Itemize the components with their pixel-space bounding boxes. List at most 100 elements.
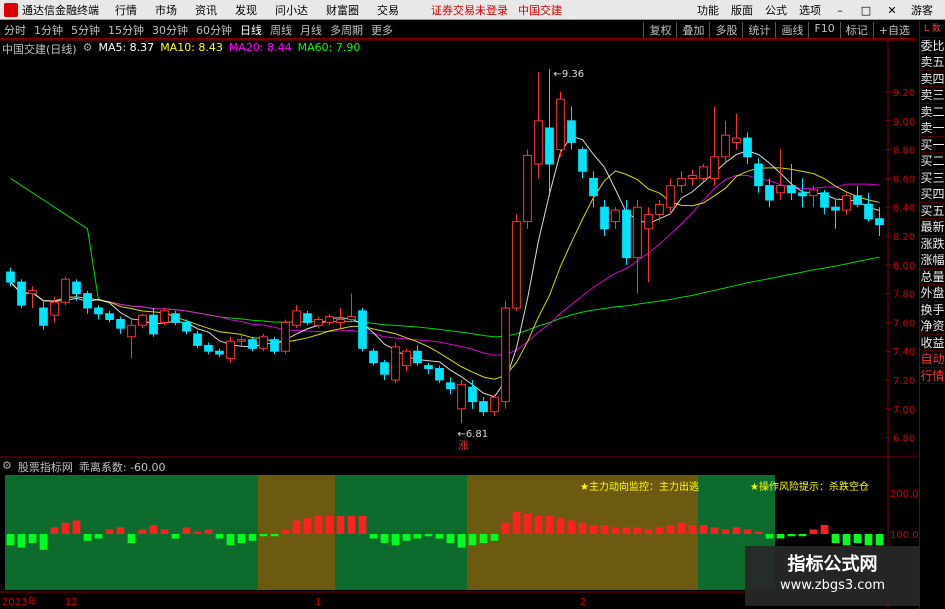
candle-body: [831, 206, 840, 211]
candle-body: [589, 177, 598, 197]
indicator-bar: [666, 525, 675, 534]
candle-body: [699, 166, 708, 179]
price-tick-label: 8.60: [893, 174, 915, 185]
candle-body: [17, 281, 26, 306]
price-tick-label: 7.60: [893, 318, 915, 329]
candle-body: [688, 175, 697, 179]
sidebar-item[interactable]: 卖一: [920, 120, 945, 137]
indicator-bar: [6, 534, 15, 546]
indicator-bar: [699, 525, 708, 534]
indicator-bar: [325, 516, 334, 534]
indicator-bar: [589, 525, 598, 534]
candle-body: [655, 203, 664, 215]
sidebar-item[interactable]: 买二: [920, 153, 945, 170]
indicator-bar: [853, 534, 862, 543]
candle-body: [457, 383, 466, 410]
sidebar-item[interactable]: 买一: [920, 137, 945, 153]
sidebar-item[interactable]: 外盘: [920, 285, 945, 302]
candle-body: [138, 314, 147, 326]
candle-body: [743, 137, 752, 158]
candle-body: [193, 333, 202, 346]
indicator-note-1: ★主力动向监控：主力出逃: [580, 480, 699, 493]
candle-body: [798, 192, 807, 197]
candle-body: [237, 339, 246, 342]
indicator-bar: [28, 534, 37, 543]
indicator-bar: [226, 534, 235, 546]
ma5-value: MA5: 8.37: [98, 41, 155, 54]
sidebar-top-label[interactable]: L 数: [920, 21, 945, 38]
indicator-bar: [809, 529, 818, 534]
candle-body: [259, 336, 268, 349]
candle-body: [578, 149, 587, 172]
indicator-bar: [105, 529, 114, 534]
sidebar-item[interactable]: 委比: [920, 38, 945, 54]
indicator-bar: [193, 531, 202, 534]
indicator-bar: [281, 529, 290, 534]
candle-body: [600, 206, 609, 230]
sidebar-item[interactable]: 最新: [920, 219, 945, 236]
app-window: 通达信金融终端 行情 市场 资讯 发现 问小达 财富圈 交易 证券交易未登录 中…: [0, 0, 945, 609]
indicator-bar: [413, 534, 422, 539]
sidebar-item[interactable]: 换手: [920, 302, 945, 318]
sidebar-item[interactable]: 总量: [920, 269, 945, 285]
indicator-bar: [534, 516, 543, 534]
ma20-line: [10, 174, 880, 356]
candle-body: [710, 156, 719, 179]
indicator-bar: [61, 522, 70, 534]
indicator-name: 股票指标网: [17, 461, 73, 474]
indicator-label: 乖离系数: -60.00: [78, 461, 166, 474]
date-axis-label: 2: [580, 597, 586, 608]
indicator-bar: [644, 529, 653, 534]
indicator-bar: [149, 525, 158, 534]
price-tick-label: 7.00: [893, 405, 915, 416]
indicator-bar: [248, 534, 257, 541]
candle-body: [292, 310, 301, 326]
low-price-label: ←6.81: [458, 429, 489, 440]
sidebar-item[interactable]: 买四: [920, 186, 945, 203]
indicator-bar: [732, 527, 741, 534]
settings-gear-icon[interactable]: ⚙: [83, 41, 93, 57]
indicator-bar: [479, 534, 488, 543]
indicator-bar: [171, 534, 180, 539]
sidebar-item[interactable]: 卖二: [920, 104, 945, 120]
indicator-bar: [875, 534, 884, 546]
candle-body: [413, 350, 422, 364]
kline-chart[interactable]: 9.20 9.00 8.80 8.60 8.40 8.20 8.00 7.80 7.60 7.40…: [0, 0, 918, 609]
indicator-bar: [787, 534, 796, 537]
indicator-bar: [754, 531, 763, 534]
candle-body: [39, 307, 48, 326]
candle-body: [842, 195, 851, 211]
sidebar-item[interactable]: 自动: [920, 351, 945, 368]
sidebar-item[interactable]: 行情: [920, 368, 945, 384]
candle-body: [435, 367, 444, 381]
indicator-bar: [215, 534, 224, 539]
indicator-bar: [798, 534, 807, 537]
candle-body: [182, 321, 191, 332]
indicator-bar: [457, 534, 466, 548]
sidebar-item[interactable]: 卖三: [920, 87, 945, 104]
sidebar-item[interactable]: 卖四: [920, 71, 945, 87]
indicator-bar: [567, 520, 576, 534]
sidebar-item[interactable]: 涨幅: [920, 252, 945, 269]
indicator-bar: [490, 534, 499, 541]
sidebar-item[interactable]: 涨跌: [920, 236, 945, 252]
candle-body: [281, 321, 290, 352]
sidebar-item[interactable]: 买三: [920, 170, 945, 186]
ma5-line: [10, 135, 880, 398]
sidebar-item[interactable]: 买五: [920, 203, 945, 219]
indicator-bar: [556, 518, 565, 534]
indicator-gear-icon[interactable]: ⚙: [2, 459, 12, 475]
candle-body: [853, 195, 862, 205]
candle-body: [556, 98, 565, 151]
candle-body: [479, 401, 488, 413]
indicator-bar: [435, 534, 444, 539]
sidebar-item[interactable]: 净资: [920, 318, 945, 335]
indicator-bar: [292, 520, 301, 534]
candle-body: [347, 316, 356, 321]
sidebar-item[interactable]: 收益: [920, 335, 945, 351]
sidebar-item[interactable]: 卖五: [920, 54, 945, 71]
indicator-bar: [501, 522, 510, 534]
indicator-bar: [688, 525, 697, 534]
candle-body: [820, 192, 829, 208]
candle-body: [270, 339, 279, 352]
